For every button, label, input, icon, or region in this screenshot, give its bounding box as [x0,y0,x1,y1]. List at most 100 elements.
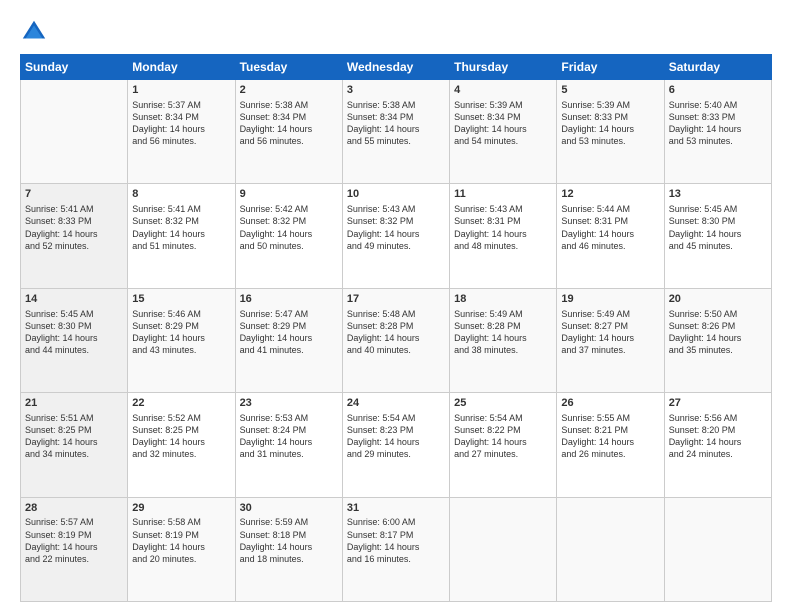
day-cell [21,80,128,184]
column-header-sunday: Sunday [21,55,128,80]
day-cell: 7Sunrise: 5:41 AM Sunset: 8:33 PM Daylig… [21,184,128,288]
day-number: 17 [347,292,445,307]
column-header-monday: Monday [128,55,235,80]
day-cell: 20Sunrise: 5:50 AM Sunset: 8:26 PM Dayli… [664,288,771,392]
day-info: Sunrise: 5:39 AM Sunset: 8:33 PM Dayligh… [561,99,659,148]
day-number: 31 [347,501,445,516]
day-number: 6 [669,83,767,98]
day-cell: 5Sunrise: 5:39 AM Sunset: 8:33 PM Daylig… [557,80,664,184]
day-number: 13 [669,187,767,202]
day-number: 15 [132,292,230,307]
day-number: 4 [454,83,552,98]
day-number: 5 [561,83,659,98]
day-cell: 29Sunrise: 5:58 AM Sunset: 8:19 PM Dayli… [128,497,235,601]
day-number: 18 [454,292,552,307]
day-info: Sunrise: 5:50 AM Sunset: 8:26 PM Dayligh… [669,308,767,357]
week-row-1: 1Sunrise: 5:37 AM Sunset: 8:34 PM Daylig… [21,80,772,184]
day-info: Sunrise: 5:52 AM Sunset: 8:25 PM Dayligh… [132,412,230,461]
week-row-2: 7Sunrise: 5:41 AM Sunset: 8:33 PM Daylig… [21,184,772,288]
day-cell: 18Sunrise: 5:49 AM Sunset: 8:28 PM Dayli… [450,288,557,392]
week-row-4: 21Sunrise: 5:51 AM Sunset: 8:25 PM Dayli… [21,393,772,497]
calendar-table: SundayMondayTuesdayWednesdayThursdayFrid… [20,54,772,602]
day-number: 30 [240,501,338,516]
day-cell: 25Sunrise: 5:54 AM Sunset: 8:22 PM Dayli… [450,393,557,497]
day-number: 1 [132,83,230,98]
day-info: Sunrise: 5:51 AM Sunset: 8:25 PM Dayligh… [25,412,123,461]
day-cell: 26Sunrise: 5:55 AM Sunset: 8:21 PM Dayli… [557,393,664,497]
day-number: 28 [25,501,123,516]
day-number: 25 [454,396,552,411]
column-header-wednesday: Wednesday [342,55,449,80]
day-number: 7 [25,187,123,202]
day-cell: 19Sunrise: 5:49 AM Sunset: 8:27 PM Dayli… [557,288,664,392]
day-cell: 1Sunrise: 5:37 AM Sunset: 8:34 PM Daylig… [128,80,235,184]
day-cell [557,497,664,601]
page: SundayMondayTuesdayWednesdayThursdayFrid… [0,0,792,612]
week-row-5: 28Sunrise: 5:57 AM Sunset: 8:19 PM Dayli… [21,497,772,601]
day-number: 11 [454,187,552,202]
day-info: Sunrise: 5:42 AM Sunset: 8:32 PM Dayligh… [240,203,338,252]
day-info: Sunrise: 5:44 AM Sunset: 8:31 PM Dayligh… [561,203,659,252]
day-info: Sunrise: 5:38 AM Sunset: 8:34 PM Dayligh… [347,99,445,148]
day-cell: 10Sunrise: 5:43 AM Sunset: 8:32 PM Dayli… [342,184,449,288]
day-cell: 21Sunrise: 5:51 AM Sunset: 8:25 PM Dayli… [21,393,128,497]
day-number: 29 [132,501,230,516]
day-info: Sunrise: 5:38 AM Sunset: 8:34 PM Dayligh… [240,99,338,148]
day-number: 21 [25,396,123,411]
day-number: 19 [561,292,659,307]
column-header-friday: Friday [557,55,664,80]
day-cell: 9Sunrise: 5:42 AM Sunset: 8:32 PM Daylig… [235,184,342,288]
day-cell: 13Sunrise: 5:45 AM Sunset: 8:30 PM Dayli… [664,184,771,288]
day-info: Sunrise: 5:45 AM Sunset: 8:30 PM Dayligh… [25,308,123,357]
day-number: 2 [240,83,338,98]
day-number: 23 [240,396,338,411]
day-cell: 28Sunrise: 5:57 AM Sunset: 8:19 PM Dayli… [21,497,128,601]
day-cell: 15Sunrise: 5:46 AM Sunset: 8:29 PM Dayli… [128,288,235,392]
logo [20,18,52,46]
week-row-3: 14Sunrise: 5:45 AM Sunset: 8:30 PM Dayli… [21,288,772,392]
day-info: Sunrise: 5:49 AM Sunset: 8:27 PM Dayligh… [561,308,659,357]
day-info: Sunrise: 5:43 AM Sunset: 8:31 PM Dayligh… [454,203,552,252]
day-cell: 8Sunrise: 5:41 AM Sunset: 8:32 PM Daylig… [128,184,235,288]
day-cell: 2Sunrise: 5:38 AM Sunset: 8:34 PM Daylig… [235,80,342,184]
day-cell: 30Sunrise: 5:59 AM Sunset: 8:18 PM Dayli… [235,497,342,601]
day-info: Sunrise: 5:41 AM Sunset: 8:33 PM Dayligh… [25,203,123,252]
day-cell: 16Sunrise: 5:47 AM Sunset: 8:29 PM Dayli… [235,288,342,392]
column-header-tuesday: Tuesday [235,55,342,80]
day-info: Sunrise: 5:37 AM Sunset: 8:34 PM Dayligh… [132,99,230,148]
day-cell: 12Sunrise: 5:44 AM Sunset: 8:31 PM Dayli… [557,184,664,288]
day-cell [450,497,557,601]
header-row: SundayMondayTuesdayWednesdayThursdayFrid… [21,55,772,80]
day-info: Sunrise: 5:57 AM Sunset: 8:19 PM Dayligh… [25,516,123,565]
logo-icon [20,18,48,46]
day-cell: 6Sunrise: 5:40 AM Sunset: 8:33 PM Daylig… [664,80,771,184]
day-info: Sunrise: 5:40 AM Sunset: 8:33 PM Dayligh… [669,99,767,148]
day-info: Sunrise: 5:45 AM Sunset: 8:30 PM Dayligh… [669,203,767,252]
column-header-saturday: Saturday [664,55,771,80]
day-cell: 4Sunrise: 5:39 AM Sunset: 8:34 PM Daylig… [450,80,557,184]
day-cell: 23Sunrise: 5:53 AM Sunset: 8:24 PM Dayli… [235,393,342,497]
day-number: 20 [669,292,767,307]
day-info: Sunrise: 5:46 AM Sunset: 8:29 PM Dayligh… [132,308,230,357]
day-info: Sunrise: 5:53 AM Sunset: 8:24 PM Dayligh… [240,412,338,461]
day-number: 16 [240,292,338,307]
day-info: Sunrise: 5:48 AM Sunset: 8:28 PM Dayligh… [347,308,445,357]
day-number: 9 [240,187,338,202]
day-number: 14 [25,292,123,307]
day-cell: 3Sunrise: 5:38 AM Sunset: 8:34 PM Daylig… [342,80,449,184]
day-info: Sunrise: 5:47 AM Sunset: 8:29 PM Dayligh… [240,308,338,357]
day-number: 10 [347,187,445,202]
day-cell: 27Sunrise: 5:56 AM Sunset: 8:20 PM Dayli… [664,393,771,497]
day-cell: 17Sunrise: 5:48 AM Sunset: 8:28 PM Dayli… [342,288,449,392]
day-cell [664,497,771,601]
day-info: Sunrise: 5:55 AM Sunset: 8:21 PM Dayligh… [561,412,659,461]
day-number: 24 [347,396,445,411]
day-number: 22 [132,396,230,411]
day-number: 27 [669,396,767,411]
day-cell: 14Sunrise: 5:45 AM Sunset: 8:30 PM Dayli… [21,288,128,392]
day-info: Sunrise: 5:41 AM Sunset: 8:32 PM Dayligh… [132,203,230,252]
day-info: Sunrise: 5:49 AM Sunset: 8:28 PM Dayligh… [454,308,552,357]
day-info: Sunrise: 5:59 AM Sunset: 8:18 PM Dayligh… [240,516,338,565]
day-info: Sunrise: 5:54 AM Sunset: 8:23 PM Dayligh… [347,412,445,461]
column-header-thursday: Thursday [450,55,557,80]
